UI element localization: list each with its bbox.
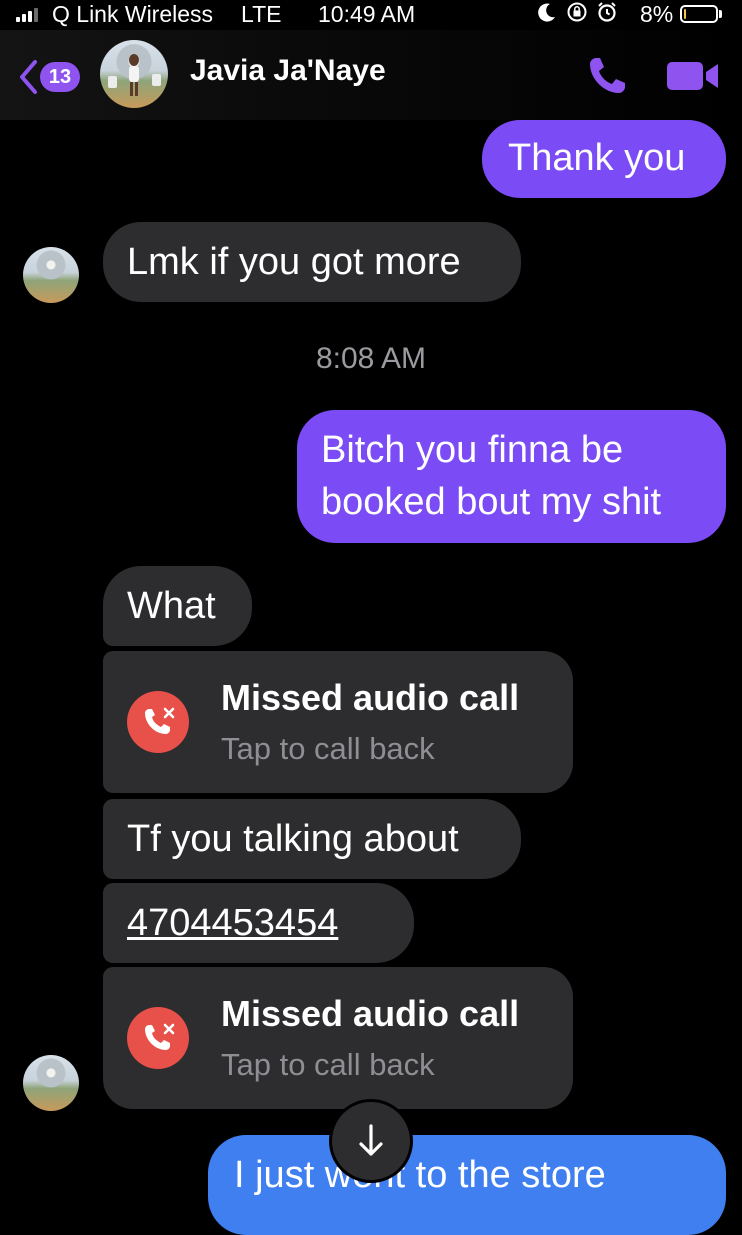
status-time: 10:49 AM bbox=[318, 1, 416, 27]
incoming-message[interactable]: Lmk if you got more bbox=[103, 222, 521, 302]
network-type: LTE bbox=[241, 1, 282, 27]
moon-icon bbox=[538, 3, 555, 22]
chevron-left-icon bbox=[20, 60, 37, 94]
missed-call-card[interactable]: Missed audio call Tap to call back bbox=[103, 651, 573, 793]
avatar-photo bbox=[108, 54, 161, 96]
contact-avatar-small bbox=[23, 247, 79, 303]
outgoing-message[interactable]: Bitch you finna be booked bout my shit bbox=[297, 410, 726, 543]
audio-call-button[interactable] bbox=[585, 54, 629, 98]
incoming-message[interactable]: What bbox=[103, 566, 252, 646]
video-camera-icon bbox=[667, 62, 718, 90]
scroll-to-bottom-button[interactable] bbox=[332, 1102, 410, 1180]
conversation-header: 13 Javia Ja'Naye bbox=[0, 30, 742, 120]
incoming-message[interactable]: Tf you talking about bbox=[103, 799, 521, 879]
carrier-name: Q Link Wireless bbox=[52, 1, 214, 27]
missed-call-title: Missed audio call bbox=[221, 677, 520, 718]
contact-avatar[interactable] bbox=[100, 40, 168, 108]
unread-count-badge: 13 bbox=[40, 62, 80, 92]
message-timestamp: 8:08 AM bbox=[315, 342, 427, 375]
contact-name[interactable]: Javia Ja'Naye bbox=[190, 54, 386, 88]
battery-tip bbox=[719, 10, 722, 18]
back-button[interactable]: 13 bbox=[16, 58, 96, 98]
orientation-lock-icon bbox=[567, 2, 587, 22]
call-back-hint: Tap to call back bbox=[221, 1047, 435, 1082]
phone-icon bbox=[590, 58, 625, 93]
signal-strength-icon bbox=[16, 6, 38, 22]
arrow-down-icon bbox=[359, 1124, 383, 1156]
outgoing-message[interactable]: Thank you bbox=[482, 120, 726, 198]
status-bar: Q Link Wireless LTE 10:49 AM 8% bbox=[0, 0, 742, 30]
video-call-button[interactable] bbox=[665, 58, 721, 94]
battery-percent: 8% bbox=[640, 1, 674, 27]
missed-call-icon bbox=[127, 691, 189, 753]
contact-avatar-small bbox=[23, 1055, 79, 1111]
status-icons bbox=[536, 1, 618, 23]
alarm-icon bbox=[598, 2, 616, 22]
missed-call-title: Missed audio call bbox=[221, 993, 520, 1034]
outgoing-message[interactable]: I just went to the store bbox=[208, 1135, 726, 1235]
phone-number-link[interactable]: 4704453454 bbox=[103, 883, 414, 963]
battery-icon bbox=[680, 5, 718, 23]
battery-level-fill bbox=[684, 9, 686, 19]
call-back-hint: Tap to call back bbox=[221, 731, 435, 766]
missed-call-icon bbox=[127, 1007, 189, 1069]
missed-call-card[interactable]: Missed audio call Tap to call back bbox=[103, 967, 573, 1109]
